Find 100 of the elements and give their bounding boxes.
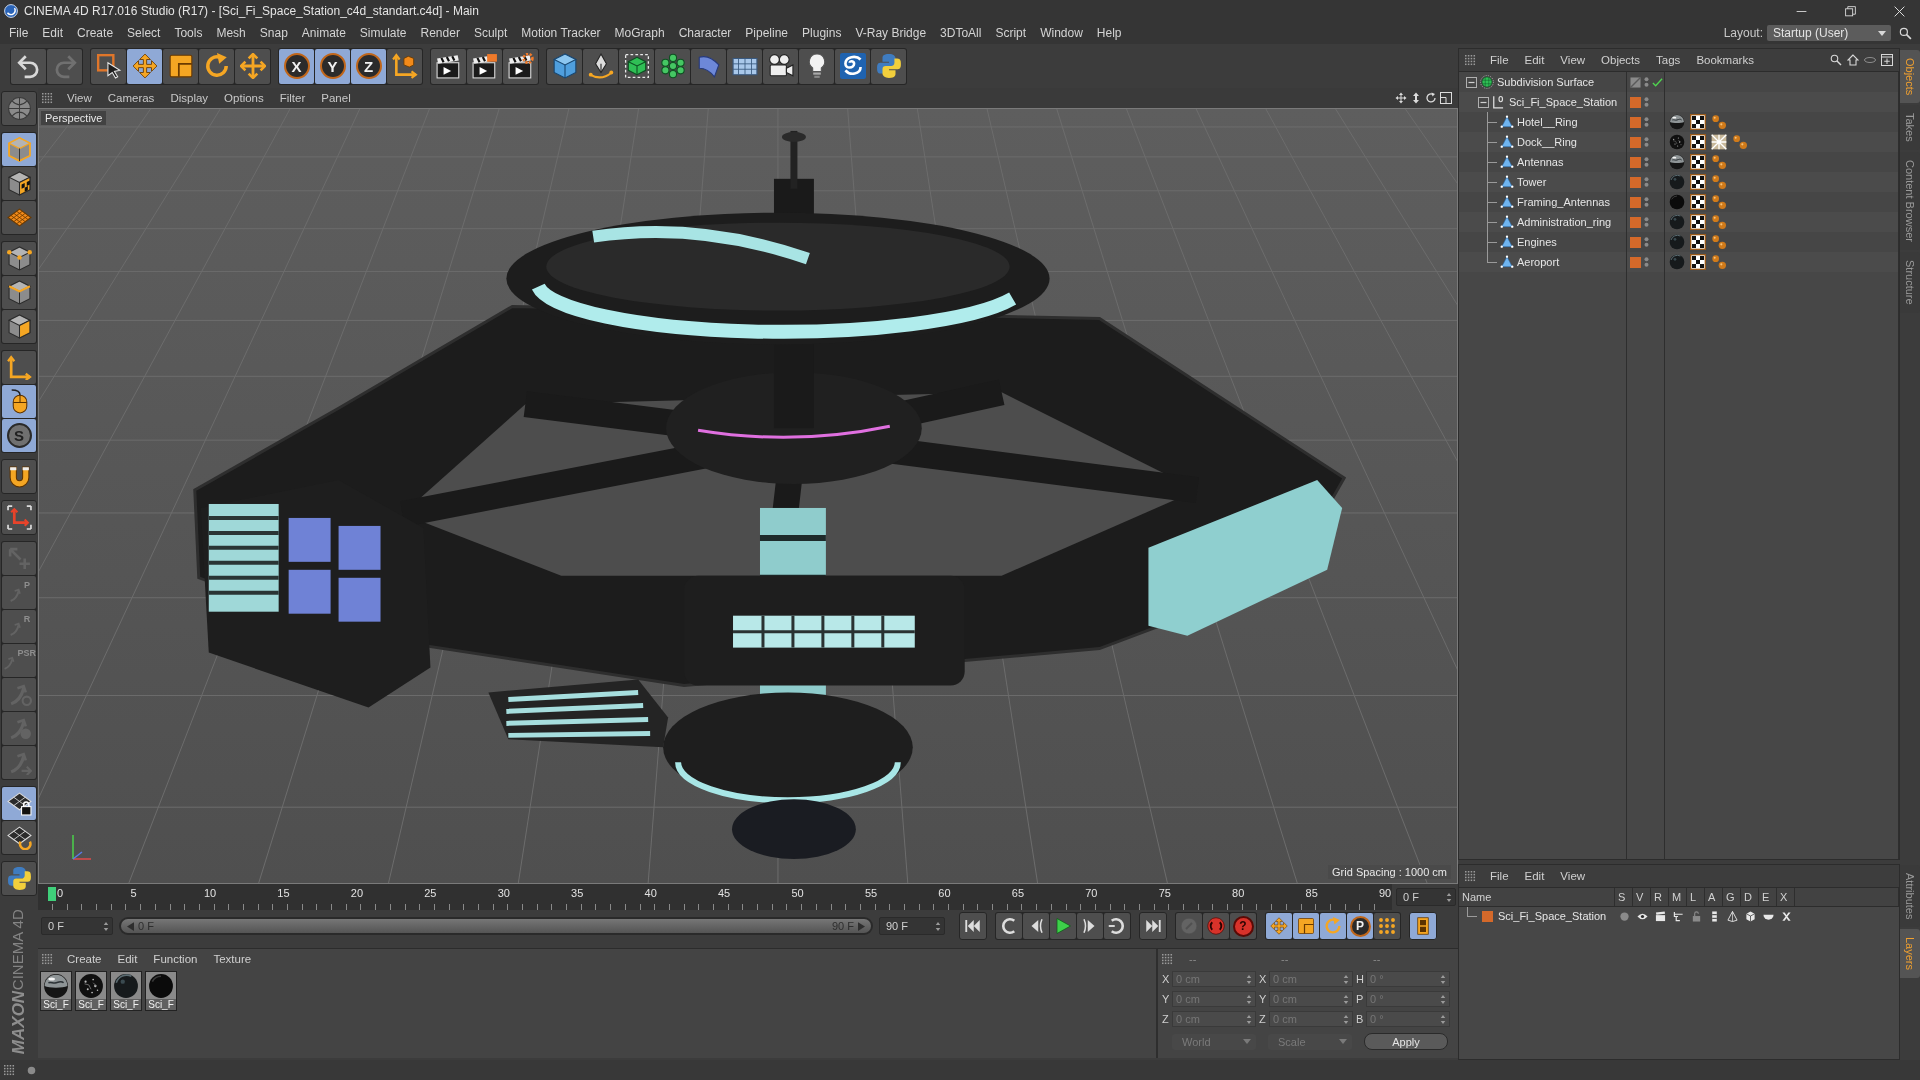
menu-item[interactable]: Motion Tracker bbox=[514, 26, 608, 40]
two-dots-icon[interactable] bbox=[1644, 195, 1649, 209]
home-icon[interactable] bbox=[1847, 54, 1859, 66]
material-tag-icon[interactable] bbox=[1669, 154, 1685, 170]
menu-item[interactable]: Bookmarks bbox=[1688, 54, 1762, 66]
up-down-arrows-icon[interactable] bbox=[1410, 92, 1422, 104]
menu-item[interactable]: Panel bbox=[313, 92, 359, 104]
menu-item[interactable]: Sculpt bbox=[466, 26, 515, 40]
menu-item[interactable]: File bbox=[1482, 54, 1517, 66]
checker-tag-icon[interactable] bbox=[1690, 154, 1706, 170]
hierarchy-icon[interactable] bbox=[1672, 910, 1684, 922]
layer-color-icon[interactable] bbox=[1630, 256, 1641, 268]
menu-item[interactable]: View bbox=[1552, 870, 1594, 882]
check-icon[interactable] bbox=[1652, 76, 1663, 88]
layer-color-icon[interactable] bbox=[1630, 136, 1641, 148]
subdivision-button[interactable] bbox=[619, 48, 654, 84]
pattern-tag-icon[interactable] bbox=[1711, 134, 1727, 150]
two-dots-icon[interactable] bbox=[1644, 135, 1649, 149]
menu-item[interactable]: V-Ray Bridge bbox=[848, 26, 934, 40]
add-panel-icon[interactable] bbox=[1881, 54, 1893, 66]
prev-frame-button[interactable] bbox=[1023, 913, 1049, 939]
axis-mode-button[interactable] bbox=[2, 351, 36, 384]
menu-item[interactable]: Window bbox=[1033, 26, 1090, 40]
menu-item[interactable]: Objects bbox=[1593, 54, 1649, 66]
camera-button[interactable] bbox=[763, 48, 798, 84]
layout-dropdown[interactable]: Startup (User) bbox=[1767, 25, 1891, 41]
menu-item[interactable]: Character bbox=[671, 26, 739, 40]
layer-color-icon[interactable] bbox=[1630, 176, 1641, 188]
go-start-button[interactable] bbox=[959, 912, 987, 940]
two-dots-icon[interactable] bbox=[1644, 75, 1649, 89]
two-spheres-icon[interactable] bbox=[1711, 234, 1727, 250]
python-button[interactable] bbox=[871, 48, 906, 84]
two-dots-icon[interactable] bbox=[1644, 255, 1649, 269]
rotate-button[interactable] bbox=[199, 48, 234, 84]
menu-item[interactable]: View bbox=[59, 92, 100, 104]
checker-tag-icon[interactable] bbox=[1690, 234, 1706, 250]
workplane-button[interactable] bbox=[2, 201, 36, 234]
menu-item[interactable]: Function bbox=[145, 953, 206, 965]
menu-item[interactable]: Display bbox=[162, 92, 217, 104]
object-row[interactable]: Sci_Fi_Space_Station bbox=[1459, 92, 1899, 112]
menu-item[interactable]: Texture bbox=[205, 953, 260, 965]
checker-tag-icon[interactable] bbox=[1690, 214, 1706, 230]
start-frame-field[interactable]: 0 F bbox=[41, 917, 113, 935]
material-tile[interactable]: Sci_F bbox=[110, 971, 142, 1011]
object-name[interactable]: Antennas bbox=[1517, 156, 1564, 168]
checker-tag-icon[interactable] bbox=[1690, 254, 1706, 270]
object-row[interactable]: Tower bbox=[1459, 172, 1899, 192]
two-spheres-icon[interactable] bbox=[1711, 114, 1727, 130]
object-name[interactable]: Engines bbox=[1517, 236, 1557, 248]
search-icon[interactable] bbox=[1830, 54, 1842, 66]
menu-item[interactable]: Snap bbox=[252, 26, 295, 40]
menu-item[interactable]: Mesh bbox=[209, 26, 253, 40]
axis-button[interactable]: Y bbox=[315, 48, 350, 84]
live-select-button[interactable] bbox=[91, 48, 126, 84]
viewport-panel[interactable]: Perspective Grid Spacing : 1000 cm bbox=[38, 108, 1458, 884]
play-button[interactable] bbox=[1050, 913, 1076, 939]
material-tile[interactable]: Sci_F bbox=[145, 971, 177, 1011]
tweak-button[interactable] bbox=[2, 385, 36, 418]
object-name[interactable]: Subdivision Surface bbox=[1497, 76, 1595, 88]
checker-tag-icon[interactable] bbox=[1690, 194, 1706, 210]
column-header[interactable]: R bbox=[1651, 888, 1669, 906]
workplane-lock-button[interactable] bbox=[2, 787, 36, 820]
points-button[interactable] bbox=[2, 242, 36, 275]
menu-item[interactable]: Options bbox=[216, 92, 272, 104]
edges-button[interactable] bbox=[2, 276, 36, 309]
playhead-marker[interactable] bbox=[48, 887, 56, 901]
layer-color-icon[interactable] bbox=[1630, 236, 1641, 248]
axis-corners-button[interactable] bbox=[1, 500, 37, 535]
checker-tag-icon[interactable] bbox=[1690, 174, 1706, 190]
move-button[interactable] bbox=[127, 48, 162, 84]
render-picture-button[interactable] bbox=[467, 48, 502, 84]
light-button[interactable] bbox=[799, 48, 834, 84]
object-name[interactable]: Dock__Ring bbox=[1517, 136, 1577, 148]
two-spheres-icon[interactable] bbox=[1711, 194, 1727, 210]
menu-item[interactable]: Create bbox=[59, 953, 110, 965]
make-editable-button[interactable] bbox=[1, 91, 37, 126]
param-key-button[interactable]: P bbox=[1347, 913, 1373, 939]
column-header[interactable]: M bbox=[1669, 888, 1687, 906]
two-dots-icon[interactable] bbox=[1644, 95, 1649, 109]
search-icon[interactable] bbox=[1899, 26, 1912, 40]
column-header[interactable]: E bbox=[1759, 888, 1777, 906]
autokey-button[interactable] bbox=[1203, 913, 1229, 939]
axis-button[interactable]: X bbox=[279, 48, 314, 84]
grid-rotate-button[interactable] bbox=[2, 821, 36, 854]
transform-button[interactable] bbox=[235, 48, 270, 84]
layer-name[interactable]: Sci_Fi_Space_Station bbox=[1498, 910, 1607, 922]
checker-tag-icon[interactable] bbox=[1690, 134, 1706, 150]
pen-button[interactable] bbox=[583, 48, 618, 84]
menu-item[interactable]: File bbox=[2, 26, 36, 40]
side-tab[interactable]: Layers bbox=[1900, 928, 1920, 978]
material-tile[interactable]: Sci_F bbox=[40, 971, 72, 1011]
move-arrows-icon[interactable] bbox=[1395, 92, 1407, 104]
go-end-button[interactable] bbox=[1139, 912, 1167, 940]
menu-item[interactable]: View bbox=[1552, 54, 1594, 66]
column-header[interactable]: D bbox=[1741, 888, 1759, 906]
menu-item[interactable]: Animate bbox=[294, 26, 353, 40]
menu-item[interactable]: Edit bbox=[1516, 54, 1553, 66]
two-dots-icon[interactable] bbox=[1644, 175, 1649, 189]
menu-item[interactable]: MoGraph bbox=[607, 26, 672, 40]
menu-item[interactable]: File bbox=[1482, 870, 1517, 882]
